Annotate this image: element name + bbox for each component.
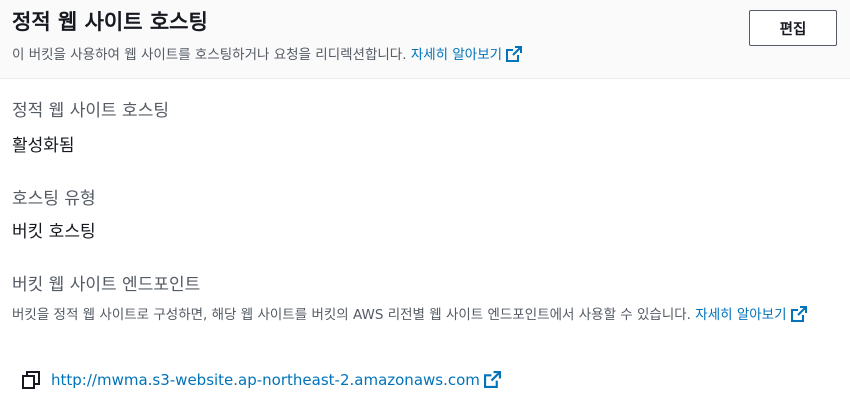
endpoint-description-text: 버킷을 정적 웹 사이트로 구성하면, 해당 웹 사이트를 버킷의 AWS 리전…	[12, 307, 691, 323]
copy-icon[interactable]	[22, 371, 40, 389]
endpoint-url-row: http://mwma.s3-website.ap-northeast-2.am…	[22, 368, 501, 392]
endpoint-learn-more-label: 자세히 알아보기	[695, 307, 787, 323]
external-link-icon	[790, 306, 807, 322]
section-header: 정적 웹 사이트 호스팅 이 버킷을 사용하여 웹 사이트를 호스팅하거나 요청…	[0, 0, 850, 79]
endpoint-label: 버킷 웹 사이트 엔드포인트	[12, 275, 201, 295]
endpoint-learn-more-link[interactable]: 자세히 알아보기	[695, 306, 807, 323]
section-title: 정적 웹 사이트 호스팅	[12, 10, 208, 34]
endpoint-url-link[interactable]: http://mwma.s3-website.ap-northeast-2.am…	[51, 371, 501, 389]
learn-more-link[interactable]: 자세히 알아보기	[410, 46, 523, 63]
learn-more-label: 자세히 알아보기	[410, 47, 503, 63]
edit-button[interactable]: 편집	[749, 10, 837, 46]
hosting-status-value: 활성화됨	[12, 136, 75, 156]
endpoint-description: 버킷을 정적 웹 사이트로 구성하면, 해당 웹 사이트를 버킷의 AWS 리전…	[12, 302, 842, 328]
hosting-type-value: 버킷 호스팅	[12, 222, 96, 242]
hosting-status-label: 정적 웹 사이트 호스팅	[12, 101, 169, 121]
section-description: 이 버킷을 사용하여 웹 사이트를 호스팅하거나 요청을 리디렉션합니다. 자세…	[12, 45, 523, 65]
external-link-icon	[483, 371, 501, 388]
description-text: 이 버킷을 사용하여 웹 사이트를 호스팅하거나 요청을 리디렉션합니다.	[12, 47, 407, 63]
endpoint-url: http://mwma.s3-website.ap-northeast-2.am…	[51, 371, 480, 389]
hosting-type-label: 호스팅 유형	[12, 189, 96, 209]
external-link-icon	[506, 46, 523, 62]
